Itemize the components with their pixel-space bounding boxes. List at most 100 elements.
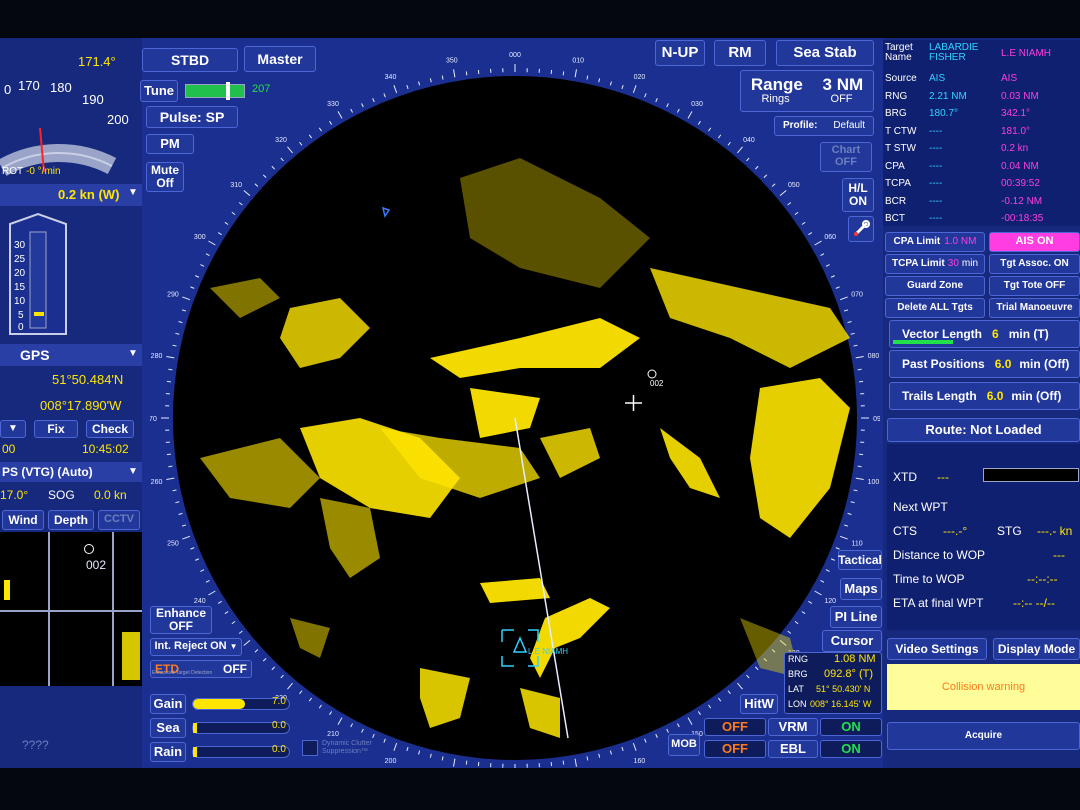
- bearing-tick: [808, 600, 813, 604]
- bearing-tick: [318, 127, 322, 132]
- scale-200: 200: [107, 112, 129, 127]
- bearing-label: 010: [572, 58, 584, 65]
- bearing-tick: [847, 512, 852, 515]
- bearing-tick: [224, 221, 229, 225]
- bearing-tick: [441, 756, 444, 761]
- cpa-limit-button[interactable]: CPA Limit 1.0 NM: [885, 232, 985, 252]
- bearing-tick: [453, 758, 456, 767]
- past-positions-control[interactable]: Past Positions 6.0 min (Off): [889, 350, 1080, 378]
- bearing-label: 080: [868, 353, 880, 360]
- vrm-on-toggle[interactable]: ON: [820, 718, 882, 736]
- sea-value: 0.0: [272, 720, 286, 731]
- bearing-label: 000: [509, 52, 521, 59]
- pi-line-button[interactable]: PI Line: [830, 606, 882, 628]
- bearing-tick: [857, 368, 862, 371]
- bearing-tick: [208, 240, 216, 246]
- maps-button[interactable]: Maps: [840, 578, 882, 600]
- bearing-label: 060: [824, 234, 836, 241]
- target-row-label: T CTW: [885, 125, 917, 137]
- route-title[interactable]: Route: Not Loaded: [887, 418, 1080, 442]
- bearing-tick: [175, 501, 180, 504]
- trails-length-control[interactable]: Trails Length 6.0 min (Off): [889, 382, 1080, 410]
- bearing-tick: [329, 711, 333, 716]
- dcs-label: Dynamic Clutter Suppression™: [322, 740, 372, 755]
- radar-screen: 171.4° 0 170 180 190 200 ROT -0 °/min 0.…: [0, 38, 1080, 768]
- target-row-value: ----: [929, 195, 943, 207]
- delete-all-button[interactable]: Delete ALL Tgts: [885, 298, 985, 318]
- scale-0: 0: [4, 82, 11, 97]
- cursor-rng-label: RNG: [788, 654, 808, 664]
- speed-bar[interactable]: 0.2 kn (W) ▼: [0, 184, 142, 206]
- target-row-value: 181.0°: [1001, 125, 1031, 137]
- cursor-button[interactable]: Cursor: [822, 630, 882, 652]
- bearing-tick: [830, 275, 835, 278]
- cursor-lat-label: LAT: [788, 684, 804, 694]
- tgt-tote-button[interactable]: Tgt Tote OFF: [989, 276, 1080, 296]
- bearing-label: 320: [275, 137, 287, 144]
- ebl-on-toggle[interactable]: ON: [820, 740, 882, 758]
- target-2-name: L.E NIAMH: [1001, 47, 1052, 59]
- collision-warning[interactable]: Collision warning: [887, 664, 1080, 710]
- radar-ppi[interactable]: 000 010 020 030 040 050 060 070 080 090 100 110 120 1…: [150, 38, 880, 768]
- check-button[interactable]: Check: [86, 420, 134, 438]
- acquire-button[interactable]: Acquire: [887, 722, 1080, 750]
- int-reject-label: Int. Reject ON: [154, 640, 227, 653]
- bearing-label: 280: [151, 353, 163, 360]
- bearing-tick: [632, 85, 637, 94]
- target-row-value: 00:39:52: [1001, 178, 1040, 189]
- bearing-tick: [166, 356, 175, 359]
- vector-unit: min (T): [1008, 326, 1049, 341]
- scale-190: 190: [82, 92, 104, 107]
- bearing-tick: [697, 711, 701, 716]
- tab-cctv[interactable]: CCTV: [98, 510, 140, 530]
- latitude: 51°50.484'N: [52, 372, 124, 387]
- mob-button[interactable]: MOB: [668, 734, 700, 756]
- target-row-value: ----: [929, 178, 943, 189]
- cog-source-select[interactable]: PS (VTG) (Auto) ▼: [0, 462, 142, 482]
- hitw-button[interactable]: HitW: [740, 694, 778, 714]
- guard-zone-button[interactable]: Guard Zone: [885, 276, 985, 296]
- chevron-down-icon: ▼: [229, 641, 238, 651]
- ebl-toggle[interactable]: OFF: [704, 740, 766, 758]
- tab-wind[interactable]: Wind: [2, 510, 44, 530]
- display-mode-button[interactable]: Display Mode: [993, 638, 1080, 660]
- bearing-tick: [787, 202, 792, 206]
- bearing-label: 240: [194, 598, 206, 605]
- vrm-toggle[interactable]: OFF: [704, 718, 766, 736]
- depth-gauge: 30 25 20 15 10 5 0: [9, 212, 67, 335]
- tab-depth[interactable]: Depth: [48, 510, 94, 530]
- dcs-checkbox[interactable]: [302, 740, 318, 756]
- bearing-tick: [172, 344, 177, 347]
- bearing-tick: [441, 75, 444, 80]
- bearing-tick: [217, 600, 222, 604]
- video-settings-button[interactable]: Video Settings: [887, 638, 987, 660]
- position-source-select[interactable]: GPS ▼: [0, 344, 142, 366]
- int-reject-select[interactable]: Int. Reject ON ▼: [150, 638, 242, 656]
- vector-slider[interactable]: [893, 340, 953, 344]
- bearing-tick: [621, 746, 624, 752]
- tcpa-limit-label: TCPA Limit: [891, 257, 945, 269]
- bearing-label: 160: [634, 758, 646, 765]
- tactical-button[interactable]: Tactical: [838, 550, 882, 570]
- tgt-assoc-button[interactable]: Tgt Assoc. ON: [989, 254, 1080, 274]
- target-row-value: AIS: [929, 73, 946, 84]
- chevron-down-icon[interactable]: ▼: [0, 420, 26, 438]
- position-source: GPS: [20, 347, 50, 363]
- trial-manoeuvre-button[interactable]: Trial Manoeuvre: [989, 298, 1080, 318]
- tcpa-limit-button[interactable]: TCPA Limit 30 min: [885, 254, 985, 274]
- bearing-tick: [754, 666, 759, 671]
- bearing-tick: [205, 253, 210, 257]
- enhance-button[interactable]: Enhance OFF: [150, 606, 212, 634]
- own-ship-label: L.E NIAMH: [528, 647, 568, 656]
- depth-20: 20: [14, 268, 26, 279]
- bearing-tick: [418, 750, 421, 755]
- bearing-tick: [178, 512, 183, 515]
- route-panel: XTD --- Next WPT CTS ---.-° STG ---.- kn…: [887, 444, 1080, 630]
- ais-on-button[interactable]: AIS ON: [989, 232, 1080, 252]
- fix-button[interactable]: Fix: [34, 420, 78, 438]
- bearing-tick: [453, 69, 456, 78]
- cog-mode: PS (VTG) (Auto): [2, 465, 93, 479]
- bearing-tick: [794, 211, 799, 216]
- bearing-tick: [609, 81, 612, 86]
- cts-label: CTS: [893, 524, 917, 538]
